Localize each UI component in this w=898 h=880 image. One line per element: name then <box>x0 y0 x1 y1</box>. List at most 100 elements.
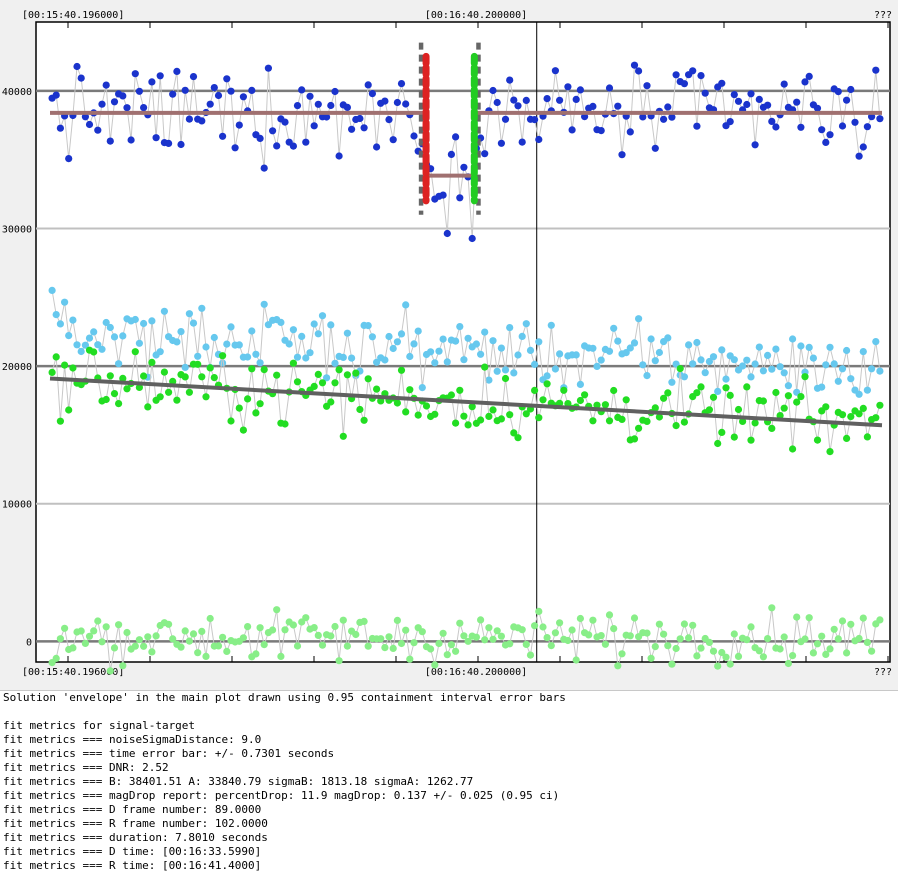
data-point[interactable] <box>439 335 447 343</box>
data-point[interactable] <box>402 100 410 108</box>
data-point[interactable] <box>610 324 618 332</box>
data-point[interactable] <box>734 97 743 105</box>
data-point[interactable] <box>131 642 139 650</box>
data-point[interactable] <box>739 362 747 370</box>
data-point[interactable] <box>397 330 406 338</box>
data-point[interactable] <box>214 91 223 100</box>
data-point[interactable] <box>48 368 56 376</box>
data-point[interactable] <box>472 340 480 348</box>
data-point[interactable] <box>293 102 302 110</box>
data-point[interactable] <box>244 395 252 403</box>
data-point[interactable] <box>481 328 489 336</box>
data-point[interactable] <box>768 365 776 373</box>
data-point[interactable] <box>314 370 322 378</box>
data-point[interactable] <box>747 436 755 444</box>
data-point[interactable] <box>456 619 464 627</box>
data-point[interactable] <box>643 82 651 90</box>
data-point[interactable] <box>514 102 522 110</box>
data-point[interactable] <box>497 632 505 640</box>
data-point[interactable] <box>106 667 114 675</box>
data-point[interactable] <box>872 66 880 74</box>
data-point[interactable] <box>285 340 293 348</box>
data-point[interactable] <box>784 659 793 668</box>
data-point[interactable] <box>194 360 202 368</box>
data-point[interactable] <box>506 411 514 419</box>
data-point[interactable] <box>52 311 60 319</box>
data-point[interactable] <box>506 640 514 648</box>
data-point[interactable] <box>447 391 455 399</box>
data-point[interactable] <box>335 366 343 374</box>
data-point[interactable] <box>809 649 818 657</box>
data-point[interactable] <box>859 404 867 412</box>
data-point[interactable] <box>489 635 497 643</box>
data-point[interactable] <box>826 131 834 139</box>
data-point[interactable] <box>772 345 780 353</box>
data-point[interactable] <box>248 86 256 94</box>
data-point[interactable] <box>630 614 639 622</box>
data-point[interactable] <box>718 346 726 354</box>
data-point[interactable] <box>805 343 813 351</box>
data-point[interactable] <box>863 386 872 394</box>
data-point[interactable] <box>239 93 247 101</box>
data-point[interactable] <box>181 627 189 635</box>
data-point[interactable] <box>693 122 701 130</box>
data-point[interactable] <box>493 98 501 107</box>
data-point[interactable] <box>605 417 614 425</box>
data-point[interactable] <box>256 624 264 632</box>
data-point[interactable] <box>219 633 227 641</box>
data-point[interactable] <box>514 434 522 442</box>
data-point[interactable] <box>98 638 106 646</box>
data-point[interactable] <box>335 152 343 160</box>
data-point[interactable] <box>356 114 364 123</box>
data-point[interactable] <box>730 433 738 441</box>
data-point[interactable] <box>826 343 834 351</box>
data-point[interactable] <box>689 360 697 368</box>
data-point[interactable] <box>115 360 123 368</box>
data-point[interactable] <box>210 333 218 342</box>
data-point[interactable] <box>410 639 418 647</box>
data-point[interactable] <box>65 332 73 340</box>
data-point[interactable] <box>189 630 198 638</box>
data-point[interactable] <box>427 645 435 653</box>
data-point[interactable] <box>439 629 447 637</box>
data-point[interactable] <box>314 631 322 640</box>
data-point[interactable] <box>293 642 302 650</box>
data-point[interactable] <box>851 118 859 126</box>
data-point[interactable] <box>406 386 414 394</box>
data-point[interactable] <box>655 348 664 357</box>
data-point[interactable] <box>456 323 464 331</box>
data-point[interactable] <box>135 636 143 644</box>
data-point[interactable] <box>306 92 314 100</box>
data-point[interactable] <box>393 98 401 107</box>
data-point[interactable] <box>452 419 460 427</box>
data-point[interactable] <box>452 133 460 141</box>
data-point[interactable] <box>780 80 788 88</box>
data-point[interactable] <box>364 642 372 650</box>
data-point[interactable] <box>847 375 855 383</box>
data-point[interactable] <box>219 132 227 140</box>
data-point[interactable] <box>834 88 842 96</box>
data-point[interactable] <box>289 142 297 150</box>
data-point[interactable] <box>181 363 189 371</box>
data-point[interactable] <box>289 621 297 629</box>
data-point[interactable] <box>701 369 709 377</box>
data-point[interactable] <box>339 616 347 624</box>
data-point[interactable] <box>726 391 734 399</box>
data-point[interactable] <box>439 191 447 199</box>
data-point[interactable] <box>868 365 876 373</box>
data-point[interactable] <box>406 352 414 361</box>
data-point[interactable] <box>535 135 543 144</box>
data-point[interactable] <box>776 645 784 653</box>
data-point[interactable] <box>144 403 152 411</box>
data-point[interactable] <box>389 136 397 144</box>
data-point[interactable] <box>327 398 335 406</box>
data-point[interactable] <box>535 414 543 422</box>
data-point[interactable] <box>48 286 56 294</box>
data-point[interactable] <box>256 134 264 142</box>
data-point[interactable] <box>327 101 335 110</box>
data-point[interactable] <box>181 373 189 381</box>
data-point[interactable] <box>135 87 143 95</box>
data-point[interactable] <box>260 164 268 172</box>
data-point[interactable] <box>73 62 81 71</box>
data-point[interactable] <box>269 626 277 634</box>
